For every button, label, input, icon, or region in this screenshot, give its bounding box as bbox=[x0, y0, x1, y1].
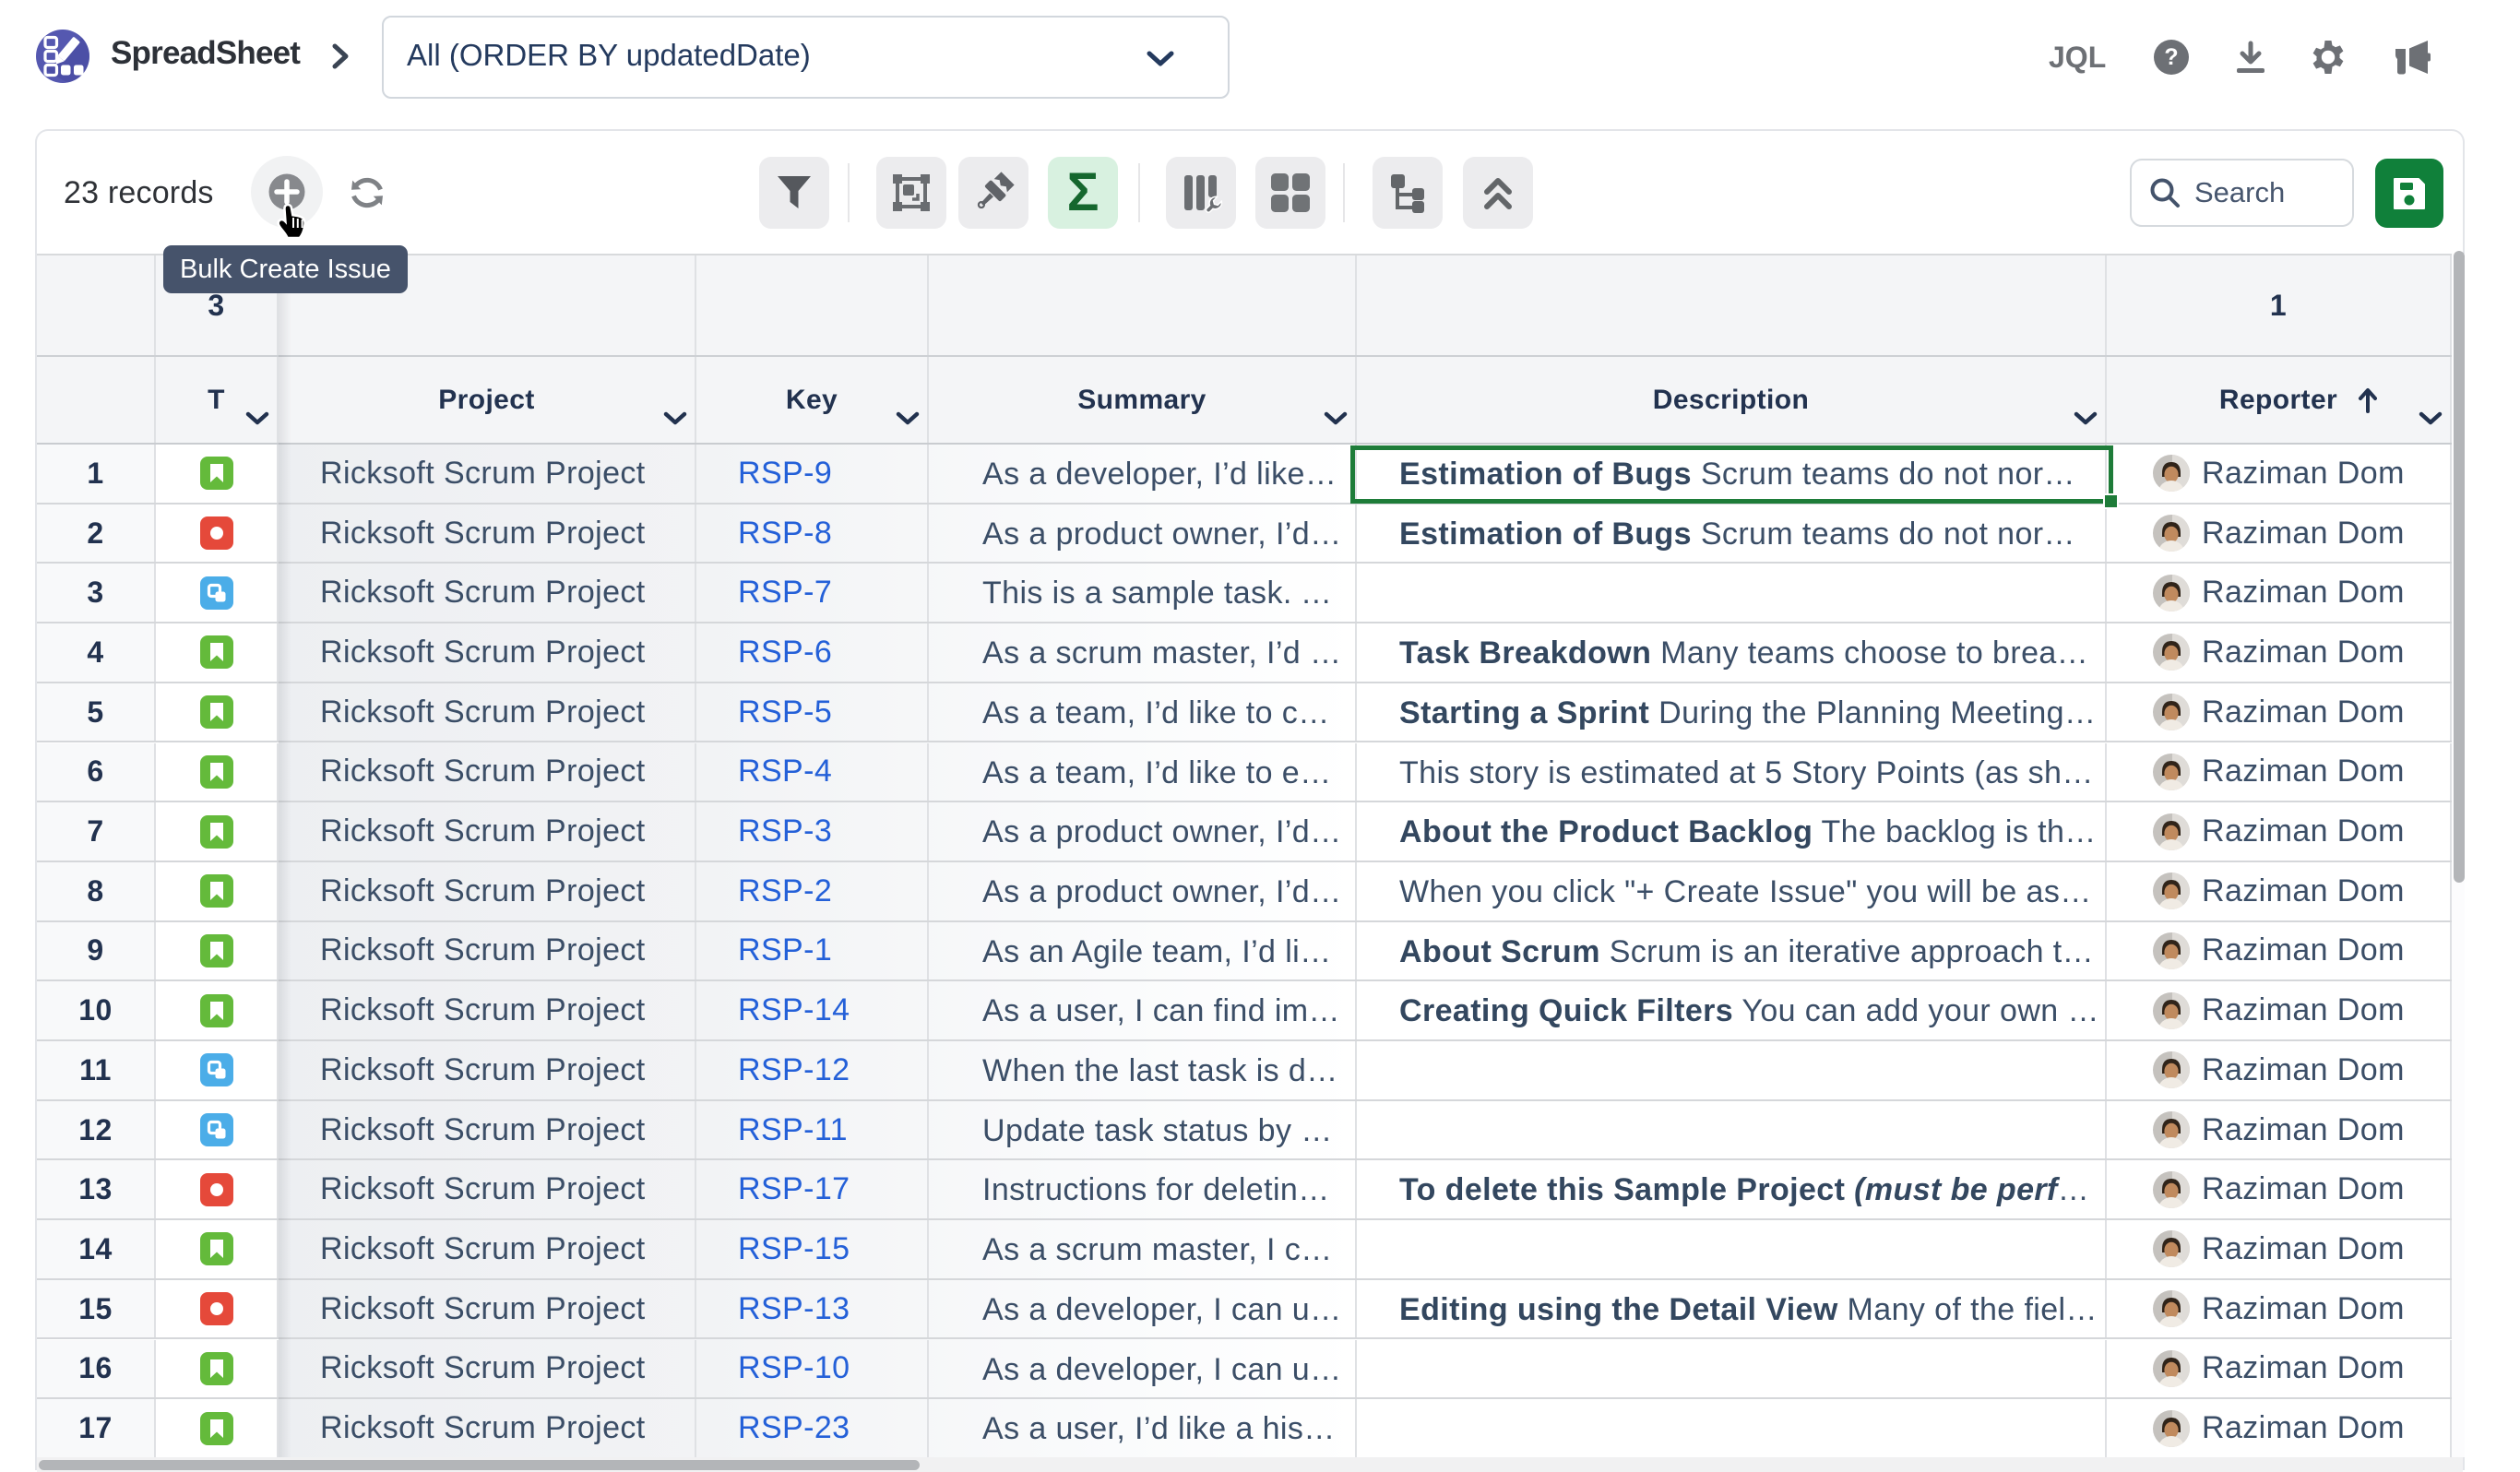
svg-text:?: ? bbox=[2164, 44, 2178, 70]
